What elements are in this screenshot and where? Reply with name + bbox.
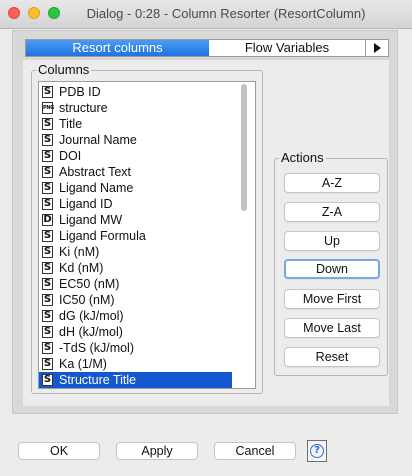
column-list-item[interactable]: S EC50 (nM) [39, 276, 232, 292]
tab-scroll-right-button[interactable] [366, 40, 388, 56]
column-name: Ka (1/M) [59, 357, 107, 371]
column-list-item[interactable]: S PDB ID [39, 84, 232, 100]
column-list-item[interactable]: S Journal Name [39, 132, 232, 148]
column-list-item[interactable]: S IC50 (nM) [39, 292, 232, 308]
column-list-item[interactable]: S Kd (nM) [39, 260, 232, 276]
column-name: Ligand Name [59, 181, 134, 195]
string-type-icon: S [42, 198, 53, 210]
cancel-button[interactable]: Cancel [214, 442, 296, 460]
column-list-item[interactable]: S Ligand Name [39, 180, 232, 196]
string-type-icon: S [42, 326, 53, 338]
column-name: Abstract Text [59, 165, 132, 179]
string-type-icon: S [42, 182, 53, 194]
reset-button[interactable]: Reset [284, 347, 380, 367]
sort-z-a-button[interactable]: Z-A [284, 202, 380, 222]
move-up-button[interactable]: Up [284, 231, 380, 251]
column-list-item[interactable]: PNG structure [39, 100, 232, 116]
column-name: structure [59, 101, 108, 115]
column-list-item[interactable]: S DOI [39, 148, 232, 164]
ok-button[interactable]: OK [18, 442, 100, 460]
tab-resort-columns[interactable]: Resort columns [26, 40, 209, 56]
column-name: Structure Title [59, 373, 137, 387]
double-type-icon: D [42, 214, 53, 226]
column-list-item[interactable]: S Ki (nM) [39, 244, 232, 260]
column-name: EC50 (nM) [59, 277, 120, 291]
column-list-item[interactable]: SdH (kJ/mol) [39, 324, 232, 340]
png-type-icon: PNG [42, 102, 54, 114]
column-name: Ligand Formula [59, 229, 146, 243]
actions-group: Actions A-Z Z-A Up Down Move First Move … [274, 151, 388, 376]
column-list-item[interactable]: S Structure Title [39, 372, 232, 388]
tab-flow-variables[interactable]: Flow Variables [209, 40, 366, 56]
column-name: dH (kJ/mol) [59, 325, 123, 339]
sort-a-z-button[interactable]: A-Z [284, 173, 380, 193]
string-type-icon: S [42, 278, 53, 290]
right-triangle-icon [374, 43, 381, 53]
columns-group: Columns S PDB ID PNG structure S Title S Journa… [31, 63, 263, 394]
resort-columns-content: Columns S PDB ID PNG structure S Title S Journa… [23, 60, 389, 406]
column-list-item[interactable]: S Ka (1/M) [39, 356, 232, 372]
string-type-icon: S [42, 150, 53, 162]
column-list-item[interactable]: S -TdS (kJ/mol) [39, 340, 232, 356]
column-list-item[interactable]: S Ligand Formula [39, 228, 232, 244]
column-name: IC50 (nM) [59, 293, 115, 307]
column-name: Ki (nM) [59, 245, 100, 259]
column-name: Journal Name [59, 133, 137, 147]
apply-button[interactable]: Apply [116, 442, 198, 460]
tab-bar: Resort columns Flow Variables [25, 39, 389, 57]
column-list-item[interactable]: SdG (kJ/mol) [39, 308, 232, 324]
string-type-icon: S [42, 262, 53, 274]
move-down-button[interactable]: Down [284, 259, 380, 279]
help-button[interactable]: ? [307, 440, 327, 462]
string-type-icon: S [42, 134, 53, 146]
string-type-icon: S [42, 166, 53, 178]
string-type-icon: S [42, 342, 53, 354]
column-name: Ligand MW [59, 213, 123, 227]
string-type-icon: S [42, 294, 53, 306]
string-type-icon: S [42, 310, 53, 322]
string-type-icon: S [42, 358, 53, 370]
column-name: DOI [59, 149, 82, 163]
column-name: Kd (nM) [59, 261, 104, 275]
string-type-icon: S [42, 246, 53, 258]
column-list-item[interactable]: S Abstract Text [39, 164, 232, 180]
actions-group-label: Actions [279, 150, 326, 165]
title-bar[interactable]: Dialog - 0:28 - Column Resorter (ResortC… [0, 0, 412, 29]
column-list-item[interactable]: S Title [39, 116, 232, 132]
window-title: Dialog - 0:28 - Column Resorter (ResortC… [86, 6, 366, 21]
string-type-icon: S [42, 118, 53, 130]
string-type-icon: S [42, 374, 53, 386]
column-name: dG (kJ/mol) [59, 309, 124, 323]
column-name: PDB ID [59, 85, 101, 99]
column-name: -TdS (kJ/mol) [59, 341, 134, 355]
move-first-button[interactable]: Move First [284, 289, 380, 309]
column-name: Title [59, 117, 83, 131]
dialog-window: Dialog - 0:28 - Column Resorter (ResortC… [0, 0, 412, 476]
column-list-scrollbar[interactable] [237, 84, 251, 386]
column-list-item[interactable]: S Ligand ID [39, 196, 232, 212]
help-icon: ? [310, 444, 324, 458]
columns-group-label: Columns [36, 62, 92, 77]
string-type-icon: S [42, 86, 53, 98]
move-last-button[interactable]: Move Last [284, 318, 380, 338]
column-list[interactable]: S PDB ID PNG structure S Title S Journal Name S D… [38, 81, 256, 389]
column-name: Ligand ID [59, 197, 113, 211]
column-list-item[interactable]: D Ligand MW [39, 212, 232, 228]
scrollbar-thumb[interactable] [241, 84, 247, 211]
dialog-panel: Resort columns Flow Variables Columns SP… [12, 30, 398, 414]
string-type-icon: S [42, 230, 53, 242]
